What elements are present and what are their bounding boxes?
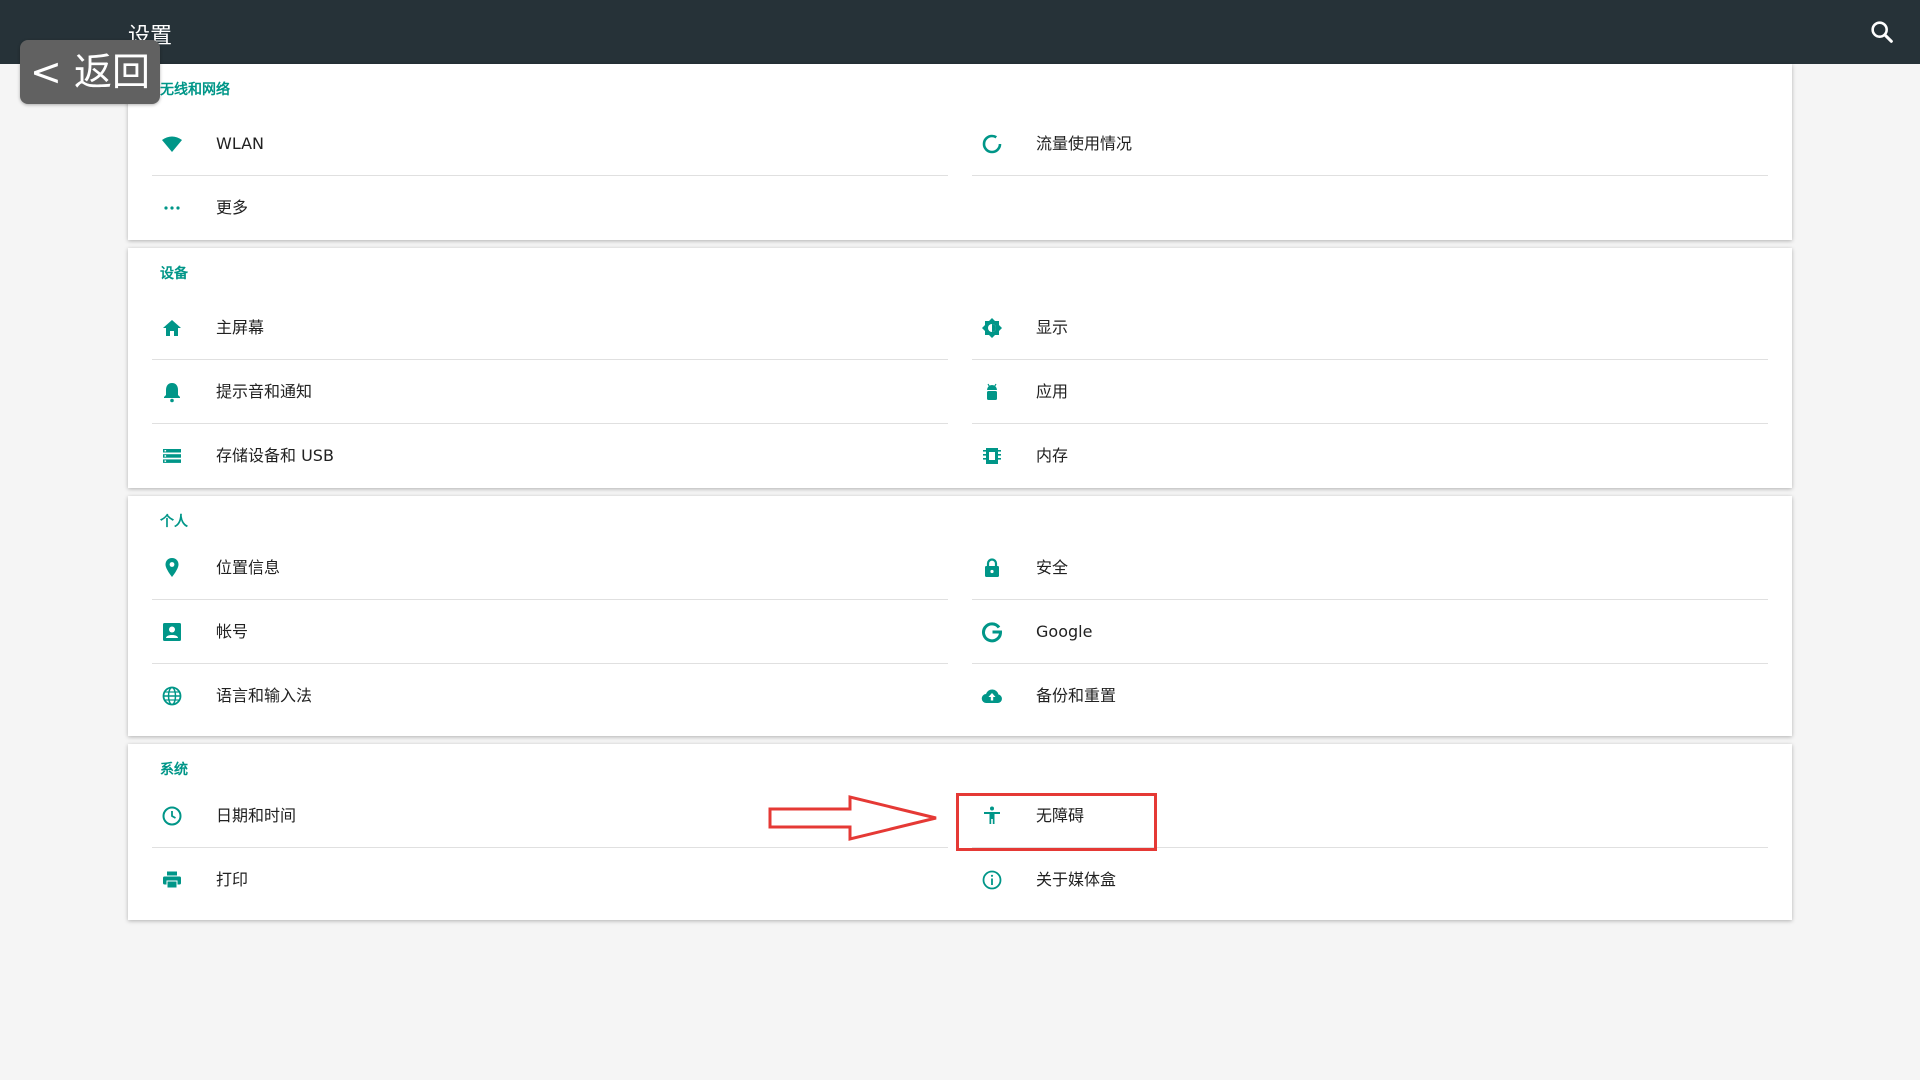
settings-item-print[interactable]: 打印 [152, 848, 948, 911]
app-bar: 设置 [0, 0, 1920, 64]
settings-item-backup-reset[interactable]: 备份和重置 [972, 664, 1768, 727]
brightness-icon [982, 318, 1002, 338]
item-label: 帐号 [216, 622, 249, 641]
settings-item-more[interactable]: 更多 [152, 176, 948, 239]
globe-icon [162, 686, 182, 706]
search-icon[interactable] [1868, 18, 1896, 46]
memory-icon [983, 448, 1001, 464]
item-label: 显示 [1036, 318, 1069, 337]
settings-item-memory[interactable]: 内存 [972, 424, 1768, 487]
item-label: 位置信息 [216, 558, 281, 577]
section-header: 个人 [160, 514, 188, 530]
settings-item-data-usage[interactable]: 流量使用情况 [972, 112, 1768, 176]
settings-item-sound-notifications[interactable]: 提示音和通知 [152, 360, 948, 424]
item-label: 安全 [1036, 558, 1069, 577]
item-label: Google [1036, 622, 1093, 641]
settings-item-accounts[interactable]: 帐号 [152, 600, 948, 664]
google-icon [982, 622, 1003, 643]
settings-item-language-input[interactable]: 语言和输入法 [152, 664, 948, 727]
item-label: 备份和重置 [1036, 686, 1117, 705]
clock-icon [162, 806, 182, 826]
item-label: 打印 [216, 870, 249, 889]
section-device: 设备 主屏幕 显示 提示音和通知 应用 存储设备和 USB 内存 [128, 248, 1792, 488]
item-label: 更多 [216, 198, 249, 217]
item-label: 存储设备和 USB [216, 446, 334, 465]
cloud-upload-icon [981, 689, 1002, 704]
item-label: 语言和输入法 [216, 686, 313, 705]
settings-item-wlan[interactable]: WLAN [152, 112, 948, 176]
section-header: 系统 [160, 762, 188, 778]
data-usage-icon [982, 134, 1002, 154]
section-header: 无线和网络 [160, 82, 230, 98]
settings-item-location[interactable]: 位置信息 [152, 536, 948, 600]
print-icon [163, 871, 181, 889]
home-icon [163, 320, 181, 336]
section-header: 设备 [160, 266, 188, 282]
annotation-arrow [768, 795, 937, 841]
settings-item-security[interactable]: 安全 [972, 536, 1768, 600]
bell-icon [164, 383, 180, 403]
location-icon [165, 558, 179, 577]
settings-item-about-device[interactable]: 关于媒体盒 [972, 848, 1768, 911]
item-label: 内存 [1036, 446, 1069, 465]
wifi-icon [162, 136, 182, 152]
annotation-highlight-box [956, 793, 1157, 851]
settings-item-apps[interactable]: 应用 [972, 360, 1768, 424]
more-dots-icon [164, 206, 180, 210]
info-icon [982, 870, 1002, 890]
item-label: 应用 [1036, 382, 1069, 401]
section-wireless-network: 无线和网络 WLAN 流量使用情况 更多 [128, 64, 1792, 240]
account-icon [163, 623, 181, 641]
settings-item-home-screen[interactable]: 主屏幕 [152, 296, 948, 360]
item-label: 日期和时间 [216, 806, 297, 825]
back-button[interactable]: < 返回 [20, 40, 160, 104]
section-personal: 个人 位置信息 安全 帐号 Google 语言和输入法 备份和重置 [128, 496, 1792, 736]
settings-item-google[interactable]: Google [972, 600, 1768, 664]
android-icon [987, 383, 997, 400]
settings-item-storage-usb[interactable]: 存储设备和 USB [152, 424, 948, 487]
storage-icon [163, 449, 181, 463]
item-label: 关于媒体盒 [1036, 870, 1117, 889]
item-label: 提示音和通知 [216, 382, 313, 401]
settings-item-display[interactable]: 显示 [972, 296, 1768, 360]
item-label: 主屏幕 [216, 318, 265, 337]
item-label: 流量使用情况 [1036, 134, 1133, 153]
item-label: WLAN [216, 134, 265, 153]
lock-icon [985, 558, 999, 577]
